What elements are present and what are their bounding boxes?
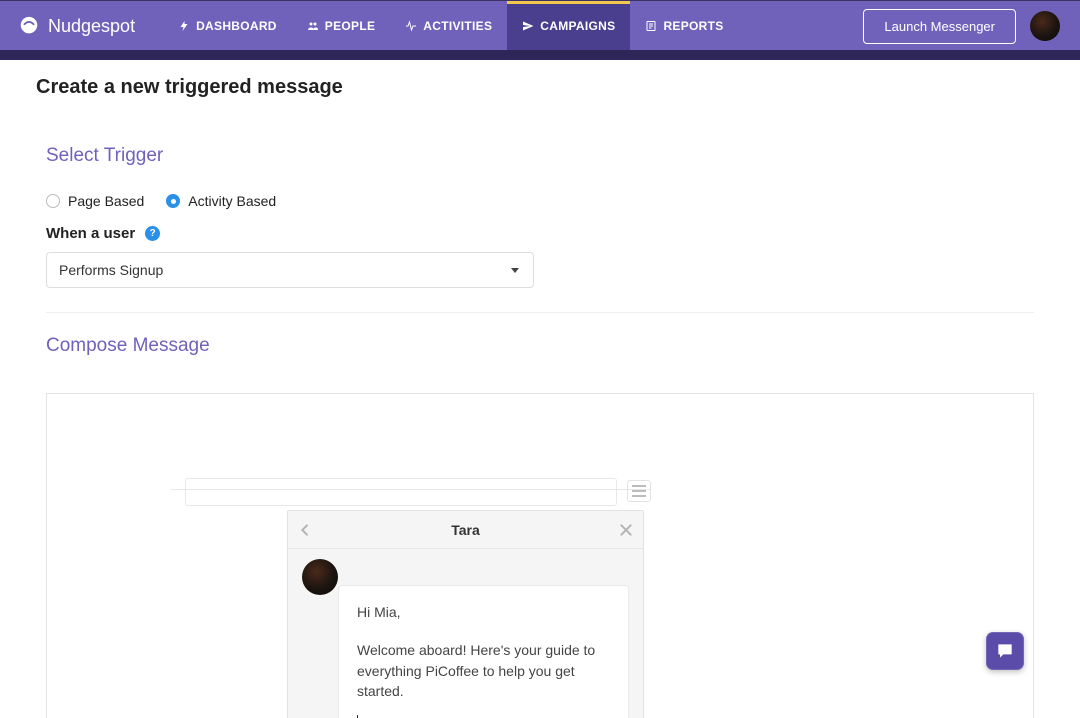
message-bubble[interactable]: Hi Mia, Welcome aboard! Here's your guid… [338,585,629,718]
help-icon[interactable]: ? [145,226,160,241]
radio-icon [166,194,180,208]
nav-label: ACTIVITIES [423,19,492,33]
chat-body: Hi Mia, Welcome aboard! Here's your guid… [288,549,643,718]
launch-messenger-button[interactable]: Launch Messenger [863,9,1016,44]
nav-reports[interactable]: REPORTS [630,1,738,51]
close-icon[interactable] [617,521,635,539]
chevron-left-icon[interactable] [296,521,314,539]
user-avatar[interactable] [1030,11,1060,41]
section-divider [46,312,1034,313]
compose-message-heading: Compose Message [46,335,1034,357]
nav-activities[interactable]: ACTIVITIES [390,1,507,51]
nav-people[interactable]: PEOPLE [292,1,390,51]
menu-icon[interactable] [627,480,651,502]
bolt-icon [178,20,190,32]
nav-label: PEOPLE [325,19,375,33]
message-greeting: Hi Mia, [357,602,610,622]
nav-label: REPORTS [663,19,723,33]
chevron-down-icon [511,268,519,273]
page-content: Create a new triggered message Select Tr… [16,60,1064,718]
select-value: Performs Signup [59,262,163,278]
radio-label: Page Based [68,193,144,209]
chat-header: Tara [288,511,643,549]
brand-name: Nudgespot [48,16,135,37]
sender-avatar [302,559,338,595]
pulse-icon [405,20,417,32]
report-icon [645,20,657,32]
nav-label: CAMPAIGNS [540,19,615,33]
send-icon [522,20,534,32]
topbar-right: Launch Messenger [863,9,1060,44]
main-nav: DASHBOARD PEOPLE ACTIVITIES CAMPAIGNS RE… [163,1,738,51]
nav-campaigns[interactable]: CAMPAIGNS [507,1,630,51]
radio-label: Activity Based [188,193,276,209]
trigger-type-radios: Page Based Activity Based [46,193,1034,209]
radio-page-based[interactable]: Page Based [46,193,144,209]
page-title: Create a new triggered message [36,76,1064,99]
radio-activity-based[interactable]: Activity Based [166,193,276,209]
message-body: Welcome aboard! Here's your guide to eve… [357,640,610,701]
nav-dashboard[interactable]: DASHBOARD [163,1,292,51]
select-trigger-heading: Select Trigger [46,145,1034,167]
editor-input-ghost [185,478,617,506]
messenger-fab[interactable] [986,632,1024,670]
brand-logo: Nudgespot [18,15,135,37]
compose-canvas: Tara Hi Mia, Welcome aboard! Here's your… [46,393,1034,718]
trigger-activity-select[interactable]: Performs Signup [46,252,534,288]
chat-sender-name: Tara [451,522,480,538]
chat-bubble-icon [18,15,40,37]
when-user-row: When a user ? [46,225,1034,242]
top-nav-bar: Nudgespot DASHBOARD PEOPLE ACTIVITIES CA… [0,0,1080,51]
when-user-label: When a user [46,225,135,242]
chat-preview-window: Tara Hi Mia, Welcome aboard! Here's your… [287,510,644,718]
radio-icon [46,194,60,208]
people-icon [307,20,319,32]
nav-label: DASHBOARD [196,19,277,33]
